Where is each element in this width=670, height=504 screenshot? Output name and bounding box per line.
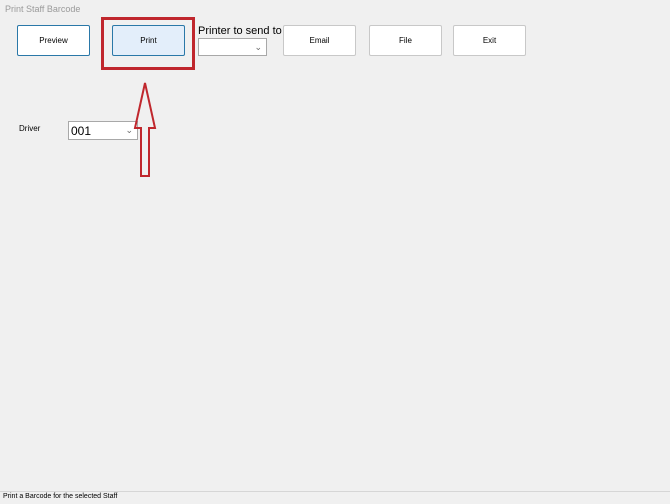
exit-button[interactable]: Exit [453, 25, 526, 56]
driver-select[interactable]: 001 ⌄ [68, 121, 138, 140]
printer-select[interactable]: ⌄ [198, 38, 267, 56]
chevron-down-icon: ⌄ [254, 42, 262, 52]
print-button[interactable]: Print [112, 25, 185, 56]
chevron-down-icon: ⌄ [125, 125, 133, 135]
status-text: Print a Barcode for the selected Staff [3, 493, 118, 500]
driver-label: Driver [19, 124, 41, 133]
annotation-arrow-icon [133, 82, 157, 177]
driver-select-value: 001 [71, 124, 92, 138]
window-title: Print Staff Barcode [5, 4, 81, 14]
preview-button[interactable]: Preview [17, 25, 90, 56]
email-button[interactable]: Email [283, 25, 356, 56]
status-bar: Print a Barcode for the selected Staff [0, 491, 670, 504]
print-staff-barcode-window: Print Staff Barcode Preview Print Printe… [0, 0, 670, 504]
file-button[interactable]: File [369, 25, 442, 56]
printer-label: Printer to send to [198, 25, 282, 37]
